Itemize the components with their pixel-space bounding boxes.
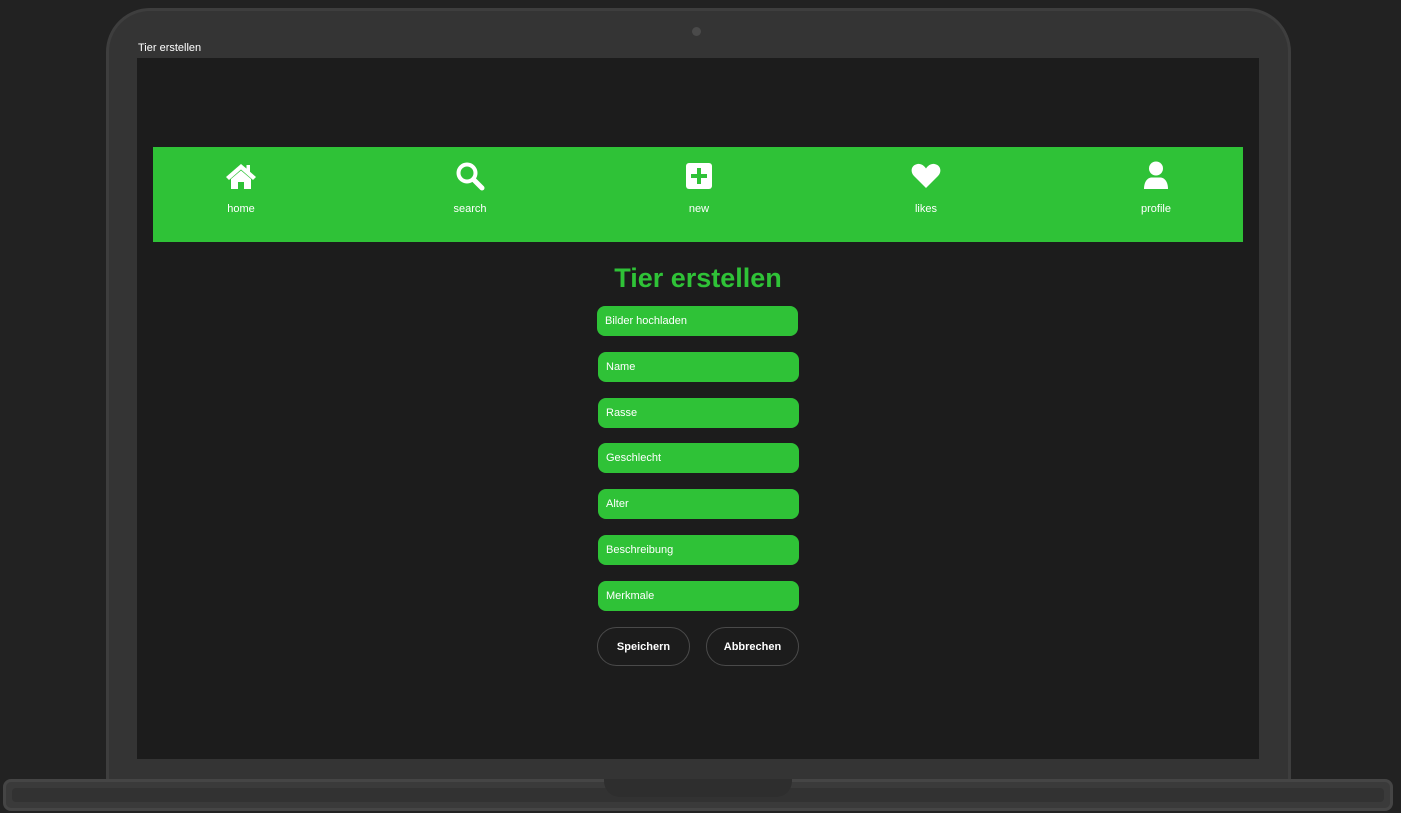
nav-item-search[interactable]: search bbox=[410, 147, 530, 242]
save-button[interactable]: Speichern bbox=[597, 627, 690, 666]
nav-label-search: search bbox=[453, 203, 487, 215]
nav-label-likes: likes bbox=[914, 203, 937, 215]
name-field[interactable]: Name bbox=[598, 352, 799, 382]
breed-field[interactable]: Rasse bbox=[598, 398, 799, 428]
nav-item-likes[interactable]: likes bbox=[866, 147, 986, 242]
search-icon bbox=[454, 161, 486, 191]
upload-images-button[interactable]: Bilder hochladen bbox=[597, 306, 798, 336]
heart-icon bbox=[910, 161, 942, 191]
bottom-nav-bar: home search new likes profile bbox=[153, 147, 1243, 242]
home-icon bbox=[225, 161, 257, 191]
nav-item-profile[interactable]: profile bbox=[1096, 147, 1216, 242]
nav-label-new: new bbox=[688, 203, 710, 215]
page-title: Tier erstellen bbox=[614, 263, 782, 293]
user-icon bbox=[1140, 161, 1172, 191]
laptop-notch bbox=[604, 779, 792, 797]
nav-item-new[interactable]: new bbox=[639, 147, 759, 242]
window-title: Tier erstellen bbox=[138, 42, 202, 54]
gender-field[interactable]: Geschlecht bbox=[598, 443, 799, 473]
nav-item-home[interactable]: home bbox=[181, 147, 301, 242]
features-field[interactable]: Merkmale bbox=[598, 581, 799, 611]
nav-label-profile: profile bbox=[1141, 203, 1171, 215]
cancel-button[interactable]: Abbrechen bbox=[706, 627, 799, 666]
age-field[interactable]: Alter bbox=[598, 489, 799, 519]
plus-square-icon bbox=[683, 161, 715, 191]
description-field[interactable]: Beschreibung bbox=[598, 535, 799, 565]
nav-label-home: home bbox=[227, 203, 255, 215]
camera-dot bbox=[692, 27, 701, 36]
